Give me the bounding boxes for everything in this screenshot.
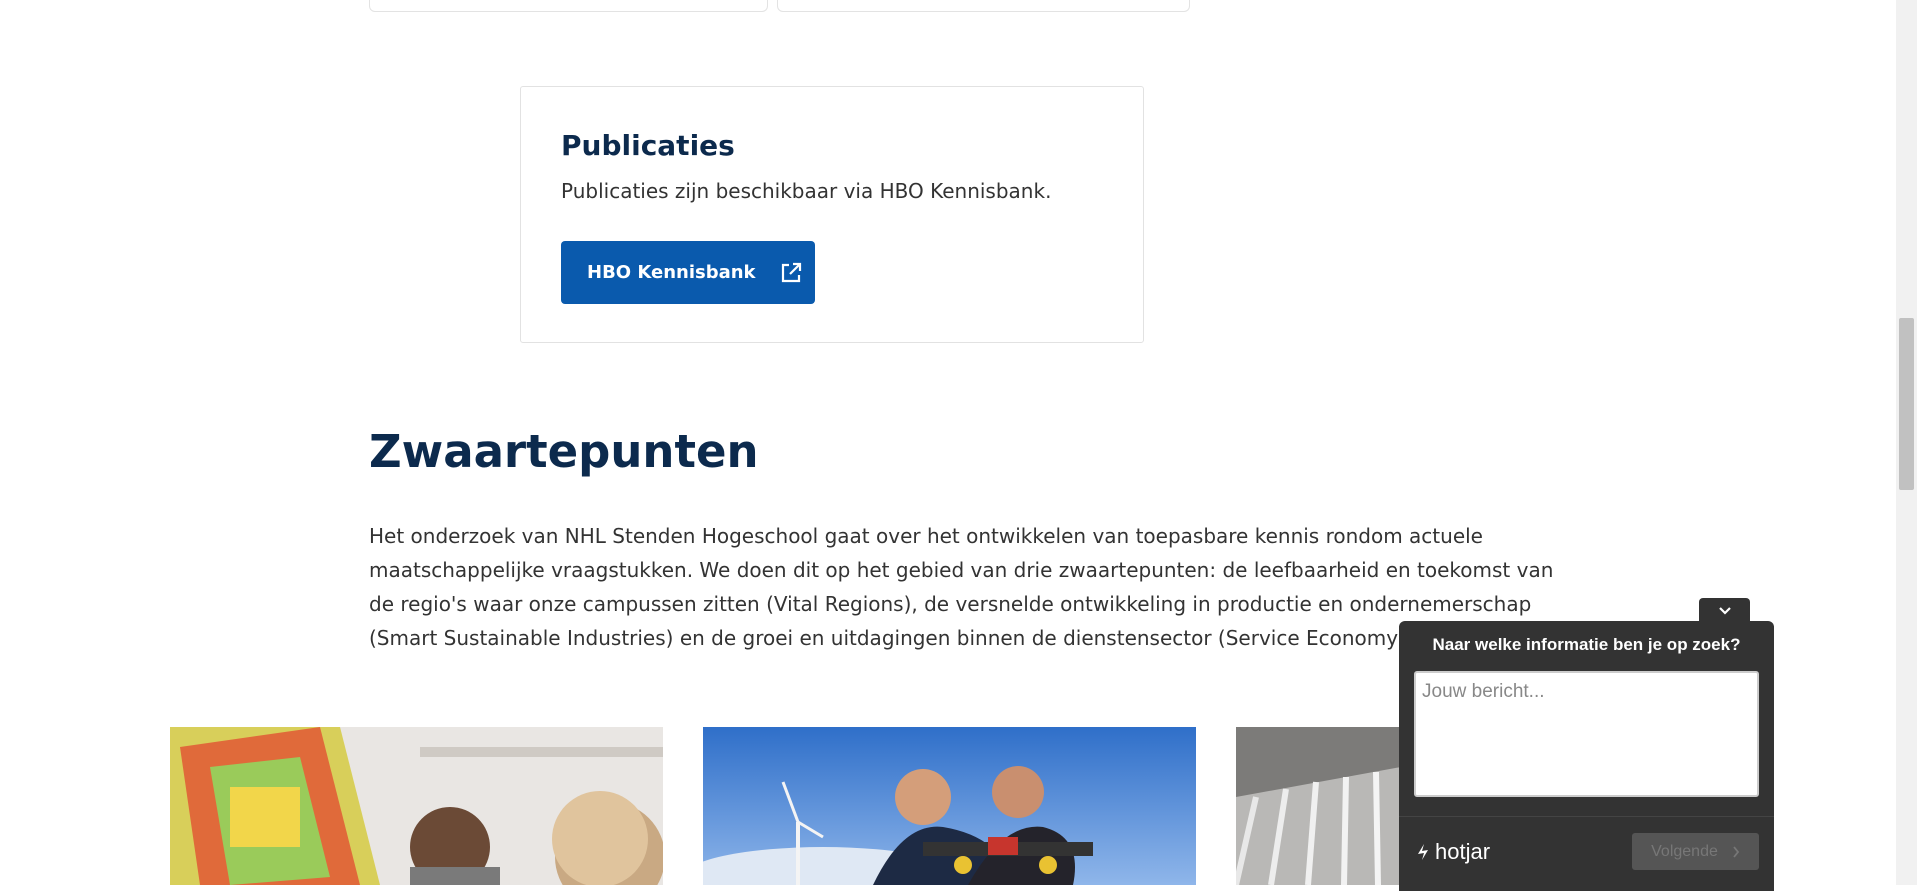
chevron-right-icon xyxy=(1733,845,1740,858)
hotjar-flame-icon xyxy=(1418,844,1428,860)
publicaties-title: Publicaties xyxy=(561,129,735,162)
scrollbar-thumb[interactable] xyxy=(1899,318,1914,490)
hotjar-question: Naar welke informatie ben je op zoek? xyxy=(1432,635,1741,654)
publicaties-description: Publicaties zijn beschikbaar via HBO Ken… xyxy=(561,179,1052,203)
smart-industries-photo[interactable] xyxy=(703,727,1196,885)
hotjar-next-label: Volgende xyxy=(1651,842,1718,860)
service-economy-photo[interactable] xyxy=(1236,727,1401,885)
hotjar-collapse-button[interactable] xyxy=(1699,598,1750,623)
page-scrollbar[interactable] xyxy=(1896,0,1917,885)
chevron-down-icon xyxy=(1718,606,1731,615)
hotjar-logo-text: hotjar xyxy=(1435,839,1491,864)
previous-card-right xyxy=(777,0,1190,12)
previous-card-left xyxy=(369,0,768,12)
external-link-icon xyxy=(781,262,801,282)
zwaartepunten-text: Het onderzoek van NHL Stenden Hogeschool… xyxy=(369,524,1554,650)
hotjar-feedback-widget: Naar welke informatie ben je op zoek? ho… xyxy=(1399,621,1774,891)
vital-regions-photo[interactable] xyxy=(170,727,663,885)
hotjar-logo[interactable]: hotjar xyxy=(1415,839,1490,865)
zwaartepunten-title: Zwaartepunten xyxy=(369,425,759,478)
hbo-kennisbank-button-label: HBO Kennisbank xyxy=(587,262,756,283)
hotjar-message-input[interactable] xyxy=(1414,671,1759,797)
hbo-kennisbank-button[interactable]: HBO Kennisbank xyxy=(561,241,815,304)
hotjar-divider xyxy=(1399,816,1774,817)
publicaties-card: Publicaties Publicaties zijn beschikbaar… xyxy=(520,86,1144,343)
hotjar-next-button[interactable]: Volgende xyxy=(1632,833,1759,870)
